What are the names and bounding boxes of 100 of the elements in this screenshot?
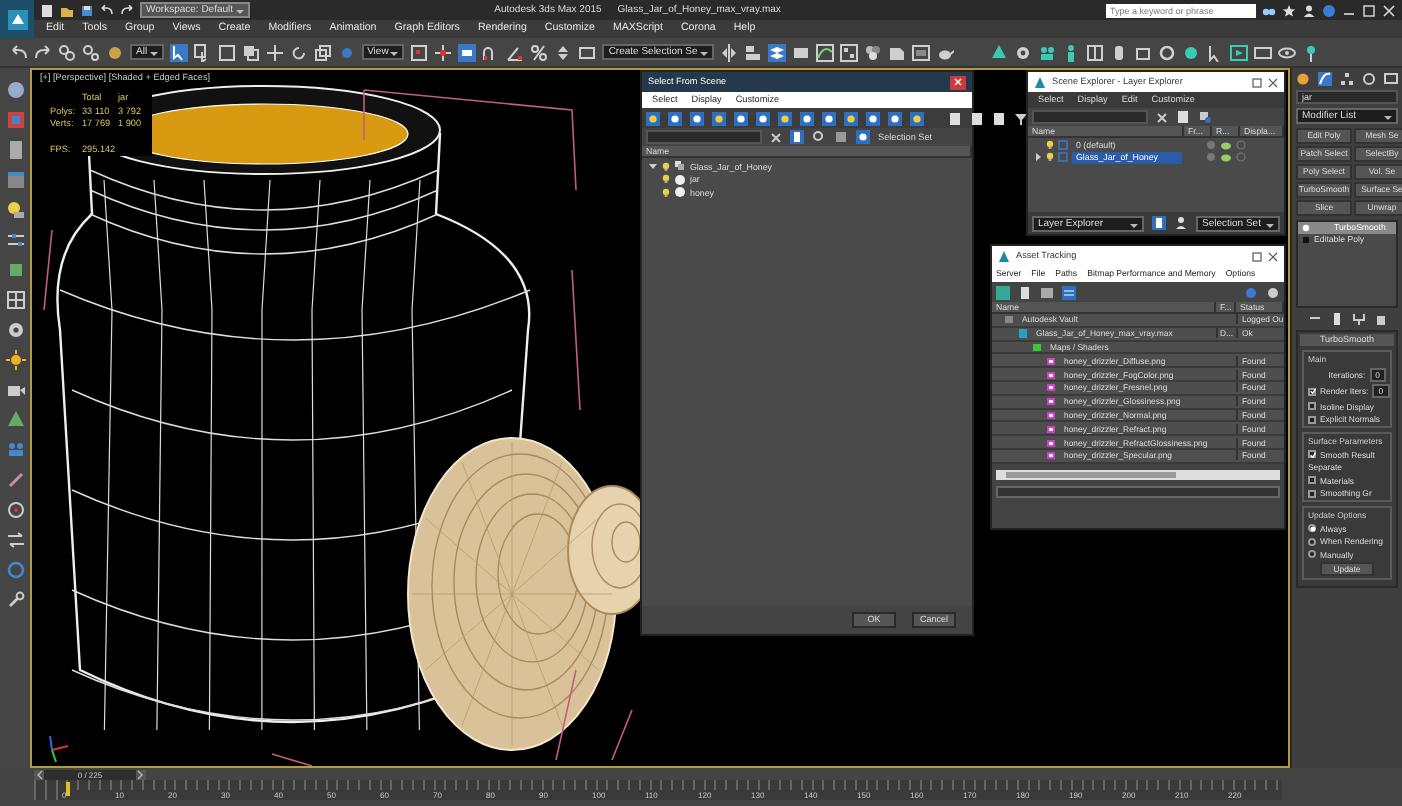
table-view-icon[interactable]: [1062, 285, 1076, 299]
selection-region-icon[interactable]: [217, 43, 236, 61]
sun-icon[interactable]: [5, 350, 25, 370]
eye-icon[interactable]: [1277, 43, 1296, 61]
layer-toggle-icon[interactable]: [1152, 216, 1166, 230]
ring-icon[interactable]: [1157, 43, 1176, 61]
expand-arrow-icon[interactable]: [1034, 152, 1042, 163]
save-icon[interactable]: [80, 3, 94, 17]
search-field[interactable]: [646, 130, 762, 144]
light-icon[interactable]: [5, 200, 25, 220]
gear-icon[interactable]: [5, 320, 25, 340]
list-icon[interactable]: [948, 111, 962, 125]
find-icon[interactable]: [812, 130, 826, 144]
sheet-icon[interactable]: [992, 111, 1006, 125]
layer-add-icon[interactable]: [1198, 110, 1212, 124]
select-by-name-icon[interactable]: [193, 43, 212, 61]
user-icon[interactable]: [1302, 3, 1316, 17]
close-icon[interactable]: [1268, 77, 1278, 87]
curve-icon[interactable]: [1318, 72, 1332, 86]
target-icon[interactable]: [5, 500, 25, 520]
panel-icon[interactable]: [5, 170, 25, 190]
selection-set-icon[interactable]: [856, 130, 870, 144]
picture-icon[interactable]: [5, 110, 25, 130]
binoculars-icon[interactable]: [1262, 3, 1276, 17]
undo-icon[interactable]: [100, 3, 114, 17]
new-file-icon[interactable]: [40, 3, 54, 17]
redo-icon[interactable]: [120, 3, 134, 17]
fork-icon[interactable]: [1351, 312, 1365, 326]
close-button[interactable]: [950, 75, 966, 89]
search-field[interactable]: [1032, 110, 1148, 124]
ring-icon[interactable]: [5, 560, 25, 580]
play-icon[interactable]: [1229, 43, 1248, 61]
render-setup-icon[interactable]: [887, 43, 906, 61]
material-editor-icon[interactable]: [863, 43, 882, 61]
link-icon[interactable]: [58, 43, 76, 61]
schematic-icon[interactable]: [839, 43, 858, 61]
gear-icon[interactable]: [1013, 43, 1032, 61]
maximize-icon[interactable]: [1252, 77, 1262, 87]
angle-snap-icon[interactable]: [506, 43, 525, 61]
sphere-icon[interactable]: [1296, 72, 1310, 86]
container-filter-icon[interactable]: [844, 111, 858, 125]
brush-icon[interactable]: [5, 470, 25, 490]
edit-named-selection-icon[interactable]: [578, 43, 597, 61]
pivot-icon[interactable]: [410, 43, 429, 61]
move-icon[interactable]: [265, 43, 284, 61]
radio-button[interactable]: [1308, 550, 1316, 559]
radio-button[interactable]: [1308, 537, 1316, 546]
mirror-icon[interactable]: [719, 43, 738, 61]
image-icon[interactable]: [1040, 285, 1054, 299]
document-icon[interactable]: [5, 140, 25, 160]
cube-icon[interactable]: [5, 260, 25, 280]
sphere-icon[interactable]: [5, 80, 25, 100]
sliders-icon[interactable]: [5, 230, 25, 250]
maximize-icon[interactable]: [1252, 251, 1262, 261]
page-icon[interactable]: [970, 111, 984, 125]
light-bulb-icon[interactable]: [1046, 152, 1054, 163]
helper-filter-icon[interactable]: [734, 111, 748, 125]
manipulate-icon[interactable]: [434, 43, 453, 61]
checkbox[interactable]: [1308, 476, 1316, 485]
layer-icon[interactable]: [834, 130, 848, 144]
light-filter-icon[interactable]: [690, 111, 704, 125]
hierarchy-icon[interactable]: [1340, 72, 1354, 86]
light-bulb-icon[interactable]: [662, 187, 670, 198]
spinner-snap-icon[interactable]: [554, 43, 573, 61]
checkbox[interactable]: [1308, 450, 1316, 459]
star-icon[interactable]: [1282, 3, 1296, 17]
box-icon[interactable]: [1133, 43, 1152, 61]
vault-icon[interactable]: [996, 285, 1010, 299]
window-crossing-icon[interactable]: [241, 43, 260, 61]
scrollbar-thumb[interactable]: [1006, 471, 1177, 478]
hierarchy-view-icon[interactable]: [790, 130, 804, 144]
checkbox[interactable]: [1308, 489, 1316, 498]
clear-icon[interactable]: [770, 131, 782, 143]
checkbox[interactable]: [1308, 387, 1316, 396]
geometry-filter-icon[interactable]: [646, 111, 660, 125]
user-icon[interactable]: [1174, 216, 1188, 230]
select-icon[interactable]: [169, 43, 188, 61]
shape-filter-icon[interactable]: [668, 111, 682, 125]
light-bulb-icon[interactable]: [662, 161, 670, 172]
keyboard-shortcut-icon[interactable]: [458, 43, 477, 61]
bone-filter-icon[interactable]: [822, 111, 836, 125]
cursor-icon[interactable]: [1205, 43, 1224, 61]
align-icon[interactable]: [743, 43, 762, 61]
filter-icon[interactable]: [1014, 111, 1028, 125]
display-all-icon[interactable]: [910, 111, 924, 125]
hidden-filter-icon[interactable]: [888, 111, 902, 125]
horizontal-scrollbar[interactable]: [996, 469, 1280, 480]
sphere-icon[interactable]: [1181, 43, 1200, 61]
wrench-icon[interactable]: [5, 590, 25, 610]
expand-arrow-icon[interactable]: [648, 161, 658, 172]
light-bulb-icon[interactable]: [662, 174, 670, 185]
undo-icon[interactable]: [10, 43, 28, 61]
layers-icon[interactable]: [767, 43, 786, 61]
camera-filter-icon[interactable]: [712, 111, 726, 125]
document-icon[interactable]: [1018, 285, 1032, 299]
unlink-icon[interactable]: [82, 43, 100, 61]
sheet-icon[interactable]: [1176, 110, 1190, 124]
figures-icon[interactable]: [1037, 43, 1056, 61]
bar-icon[interactable]: [1329, 312, 1343, 326]
radio-button[interactable]: [1308, 524, 1316, 533]
